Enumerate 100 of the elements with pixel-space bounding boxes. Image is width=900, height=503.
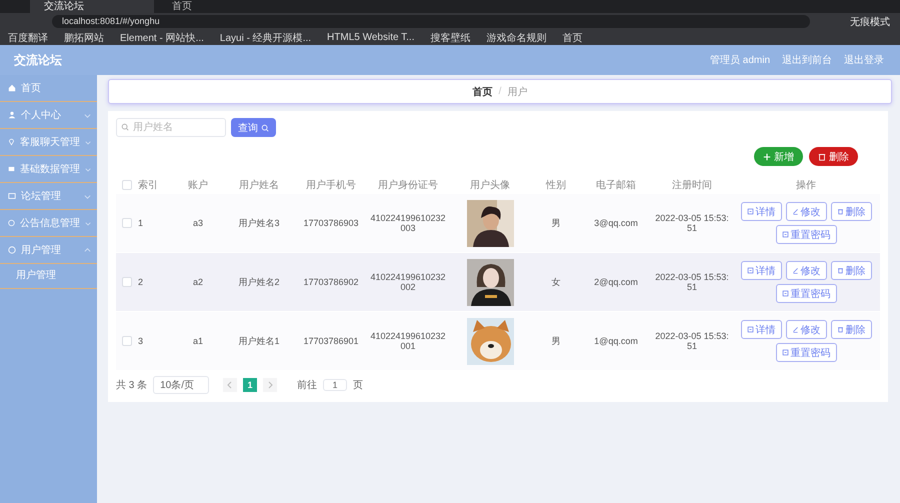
table-cell: 女 bbox=[552, 276, 560, 288]
home-icon bbox=[8, 84, 16, 92]
pencil-icon bbox=[792, 267, 798, 274]
table-cell: 用户姓名2 bbox=[238, 276, 280, 288]
table-cell: 用户姓名3 bbox=[238, 216, 280, 230]
table-cell: 3@qq.com bbox=[594, 218, 638, 228]
page-size-select[interactable]: 10条/页 bbox=[153, 376, 210, 394]
page-suffix: 页 bbox=[353, 379, 364, 392]
table-cell: 男 bbox=[552, 334, 560, 348]
column-header: 操作 bbox=[796, 179, 816, 192]
checkbox[interactable] bbox=[122, 180, 132, 190]
checkbox[interactable] bbox=[122, 336, 132, 346]
total-count: 共 3 条 bbox=[116, 378, 148, 392]
pencil-icon bbox=[792, 326, 798, 333]
document-icon bbox=[782, 231, 788, 238]
action-button[interactable]: 删除 bbox=[809, 147, 858, 166]
person-icon bbox=[8, 111, 16, 119]
trash-icon bbox=[836, 326, 844, 333]
row-action-button[interactable]: 详情 bbox=[740, 202, 782, 221]
sidebar-item[interactable]: 用户管理 bbox=[0, 237, 97, 264]
action-button[interactable]: 新增 bbox=[754, 147, 803, 166]
bookmark[interactable]: 百度翻译 bbox=[8, 30, 48, 44]
chevron-icon bbox=[84, 220, 91, 226]
table-cell: 17703786903 bbox=[303, 218, 359, 228]
sidebar-item[interactable]: 个人中心 bbox=[0, 102, 97, 129]
header-link[interactable]: 管理员 admin bbox=[710, 53, 770, 67]
bookmark[interactable]: 搜客壁纸 bbox=[430, 30, 470, 44]
search-field[interactable]: 用户姓名 bbox=[116, 118, 226, 137]
breadcrumb-item[interactable]: 首页 bbox=[472, 84, 493, 98]
page-number[interactable]: 1 bbox=[243, 378, 258, 392]
table-cell: 用户姓名1 bbox=[238, 334, 280, 348]
document-icon bbox=[746, 267, 754, 274]
column-header: 电子邮箱 bbox=[596, 178, 636, 192]
trash-icon bbox=[818, 152, 826, 160]
document-icon bbox=[782, 290, 788, 297]
sidebar-item[interactable]: 基础数据管理 bbox=[0, 156, 97, 183]
search-icon bbox=[261, 124, 269, 132]
checkbox[interactable] bbox=[122, 218, 132, 228]
table-cell: 410224199610232002 bbox=[369, 272, 447, 292]
sidebar-item[interactable]: 公告信息管理 bbox=[0, 210, 97, 237]
column-header: 用户姓名 bbox=[239, 178, 279, 192]
browser-tab[interactable]: 首页 bbox=[158, 0, 282, 13]
row-action-button[interactable]: 修改 bbox=[786, 320, 826, 339]
chevron-icon bbox=[84, 138, 91, 146]
column-header: 账户 bbox=[188, 178, 208, 192]
chevron-icon bbox=[84, 112, 91, 118]
column-header: 用户身份证号 bbox=[378, 178, 438, 192]
header-link[interactable]: 退出到前台 bbox=[782, 53, 832, 67]
page-input[interactable]: 1 bbox=[323, 379, 348, 391]
row-action-button[interactable]: 重置密码 bbox=[776, 225, 836, 244]
column-header: 注册时间 bbox=[672, 178, 712, 192]
column-header: 性别 bbox=[546, 178, 566, 192]
table-cell: 410224199610232001 bbox=[369, 331, 447, 351]
document-icon bbox=[746, 208, 754, 215]
bookmark[interactable]: 鹏拓网站 bbox=[64, 30, 104, 44]
table-cell: 2 bbox=[138, 277, 144, 287]
previous-page-icon[interactable] bbox=[223, 378, 238, 392]
row-action-button[interactable]: 删除 bbox=[830, 261, 872, 280]
row-action-button[interactable]: 删除 bbox=[830, 202, 872, 221]
sidebar-item[interactable]: 论坛管理 bbox=[0, 183, 97, 210]
document-icon bbox=[746, 326, 754, 333]
row-action-button[interactable]: 重置密码 bbox=[776, 343, 836, 362]
sidebar-item[interactable]: 首页 bbox=[0, 75, 97, 102]
sidebar-subitem[interactable]: 用户管理 bbox=[0, 264, 97, 289]
sidebar-item[interactable]: 客服聊天管理 bbox=[0, 129, 97, 156]
next-page-icon[interactable] bbox=[263, 378, 278, 392]
row-action-button[interactable]: 详情 bbox=[740, 261, 782, 280]
bookmark[interactable]: HTML5 Website T... bbox=[327, 32, 414, 43]
address-bar[interactable]: localhost:8081/#/yonghu bbox=[52, 15, 810, 28]
chevron-icon bbox=[84, 192, 91, 200]
profile-button[interactable]: 无痕模式 bbox=[820, 14, 890, 28]
bookmark[interactable]: Layui - 经典开源模... bbox=[220, 30, 312, 44]
plus-icon bbox=[763, 152, 771, 160]
header-link[interactable]: 退出登录 bbox=[844, 53, 884, 67]
browser-tab[interactable]: 交流论坛 bbox=[30, 0, 154, 13]
bookmark[interactable]: 游戏命名规则 bbox=[486, 30, 546, 44]
bookmark[interactable]: 首页 bbox=[562, 30, 582, 44]
table-cell: 2022-03-05 15:53:51 bbox=[654, 272, 730, 292]
trash-icon bbox=[836, 267, 844, 274]
breadcrumb-separator: / bbox=[498, 86, 502, 97]
document-icon bbox=[782, 349, 788, 356]
row-action-button[interactable]: 详情 bbox=[740, 320, 782, 339]
table-cell: 17703786902 bbox=[303, 277, 359, 287]
table-cell: 17703786901 bbox=[303, 336, 359, 346]
table-cell: 2@qq.com bbox=[594, 277, 638, 287]
app-title: 交流论坛 bbox=[14, 52, 62, 68]
trash-icon bbox=[836, 208, 844, 215]
bookmark[interactable]: Element - 网站快... bbox=[120, 30, 204, 44]
row-action-button[interactable]: 修改 bbox=[786, 261, 826, 280]
row-action-button[interactable]: 重置密码 bbox=[776, 284, 836, 303]
row-action-button[interactable]: 修改 bbox=[786, 202, 826, 221]
table-cell: 男 bbox=[552, 216, 560, 230]
checkbox[interactable] bbox=[122, 277, 132, 287]
table-cell: 2022-03-05 15:53:51 bbox=[654, 213, 730, 233]
row-action-button[interactable]: 删除 bbox=[830, 320, 872, 339]
breadcrumb-item[interactable]: 用户 bbox=[507, 84, 528, 98]
goto-label: 前往 bbox=[297, 378, 318, 392]
column-header: 用户头像 bbox=[470, 178, 510, 192]
search-button[interactable]: 查询 bbox=[231, 118, 276, 137]
chevron-icon bbox=[84, 166, 91, 172]
